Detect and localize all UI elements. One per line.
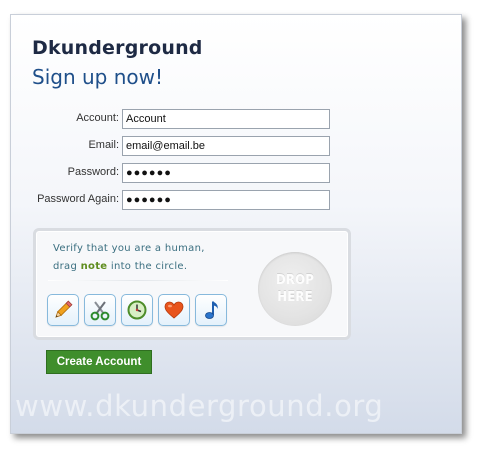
- drop-label-line1: DROP: [275, 273, 315, 288]
- create-account-button[interactable]: Create Account: [46, 350, 152, 374]
- human-verification-panel: Verify that you are a human, drag note i…: [33, 228, 351, 340]
- captcha-instruction-line2: drag note into the circle.: [53, 261, 187, 272]
- signup-card: Dkunderground Sign up now! Account: Emai…: [10, 14, 462, 434]
- captcha-instruction-line1: Verify that you are a human,: [53, 243, 205, 254]
- account-label: Account:: [76, 112, 119, 124]
- password-again-row: Password Again:: [11, 190, 341, 212]
- captcha-divider: [48, 280, 228, 281]
- password-row: Password:: [11, 163, 341, 185]
- drop-label-line2: HERE: [277, 290, 313, 305]
- signup-heading: Sign up now!: [32, 65, 163, 89]
- pencil-icon[interactable]: [47, 294, 79, 326]
- scissors-icon[interactable]: [84, 294, 116, 326]
- password-again-input[interactable]: [122, 190, 330, 210]
- captcha-instruction-suffix: into the circle.: [107, 261, 188, 272]
- password-again-label: Password Again:: [37, 193, 119, 205]
- clock-icon[interactable]: [121, 294, 153, 326]
- email-label: Email:: [88, 139, 119, 151]
- heart-icon[interactable]: [158, 294, 190, 326]
- account-input[interactable]: [122, 109, 330, 129]
- password-label: Password:: [67, 166, 119, 178]
- captcha-instruction-prefix: drag: [53, 261, 81, 272]
- watermark-text: www.dkunderground.org: [15, 389, 384, 423]
- email-row: Email:: [11, 136, 341, 158]
- drop-here-circle[interactable]: DROP HERE: [258, 252, 332, 326]
- captcha-target-word: note: [80, 261, 108, 272]
- music-note-icon[interactable]: [195, 294, 227, 326]
- brand-title: Dkunderground: [32, 37, 203, 59]
- account-row: Account:: [11, 109, 341, 131]
- email-input[interactable]: [122, 136, 330, 156]
- password-input[interactable]: [122, 163, 330, 183]
